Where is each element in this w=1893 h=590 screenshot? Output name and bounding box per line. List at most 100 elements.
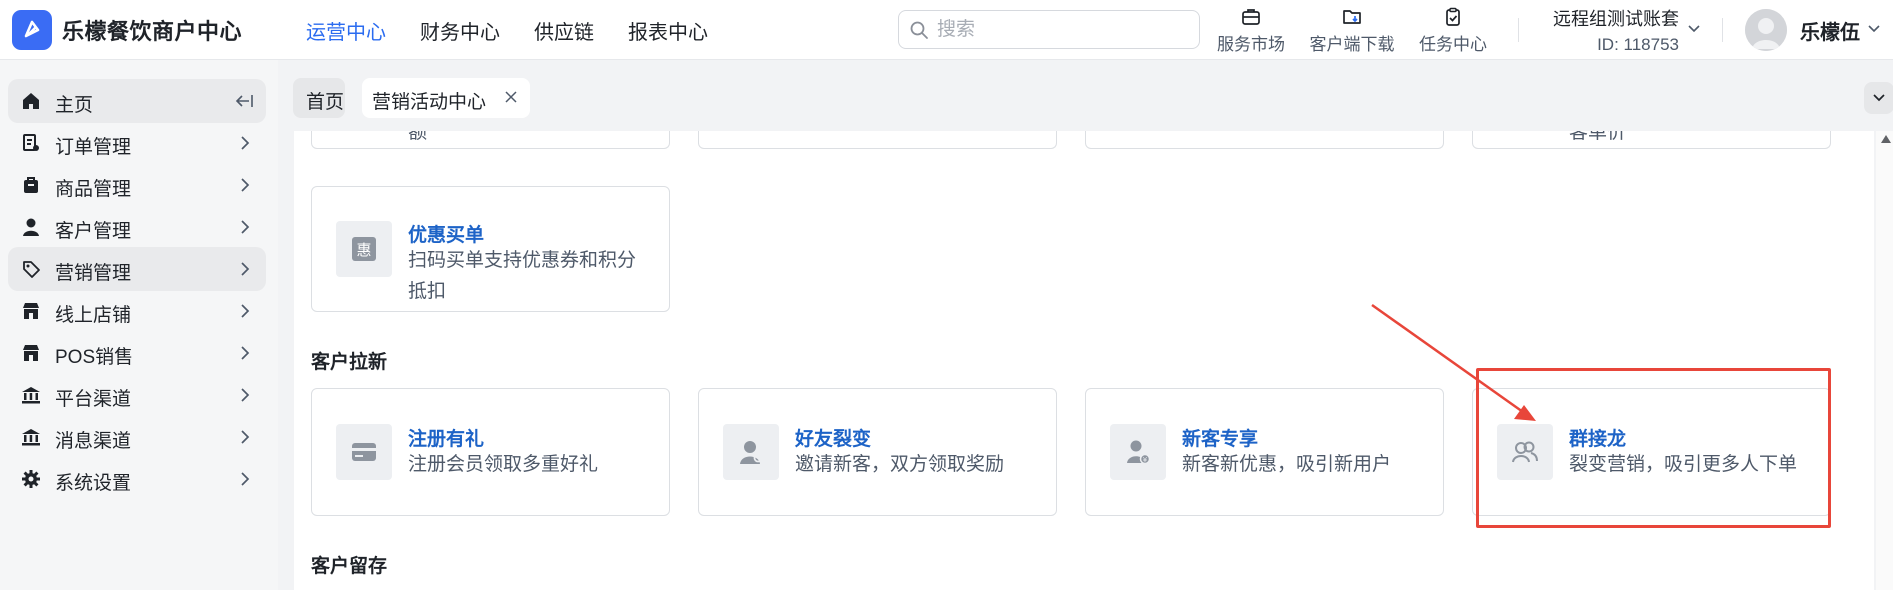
sidebar-item-label: 主页 xyxy=(55,95,94,116)
message-bank-icon xyxy=(22,429,40,446)
service-market-button[interactable]: 服务市场 xyxy=(1216,6,1286,55)
card-desc: 新客新优惠，吸引新用户 xyxy=(1182,454,1392,475)
briefcase-icon xyxy=(1242,9,1260,25)
user-name[interactable]: 乐檬伍 xyxy=(1800,16,1860,45)
card-desc-line: 扫码买单支持优惠券和积分 xyxy=(408,250,637,271)
app-title: 乐檬餐饮商户中心 xyxy=(62,19,243,44)
tab-home[interactable]: 首页 xyxy=(293,78,345,118)
nav-finance[interactable]: 财务中心 xyxy=(420,16,500,45)
sidebar-item-label: POS销售 xyxy=(55,347,134,368)
activity-card-discount-pay[interactable]: 惠 优惠买单 扫码买单支持优惠券和积分 抵扣 xyxy=(311,186,670,312)
divider xyxy=(1518,18,1519,42)
sidebar-item-label: 线上店铺 xyxy=(55,305,132,326)
card-desc: 裂变营销，吸引更多人下单 xyxy=(1569,454,1798,475)
collapse-sidebar-icon[interactable] xyxy=(234,92,254,110)
account-name: 远程组测试账套 xyxy=(1553,9,1679,29)
scrollbar[interactable] xyxy=(1876,131,1893,590)
tag-icon xyxy=(23,261,40,278)
sidebar-item-label: 商品管理 xyxy=(55,179,132,200)
client-download-label: 客户端下载 xyxy=(1309,35,1395,54)
avatar-icon xyxy=(1745,9,1787,51)
scroll-up-arrow[interactable] xyxy=(1881,135,1891,143)
svg-text:惠: 惠 xyxy=(356,241,371,259)
card-title: 注册有礼 xyxy=(408,429,485,450)
chevron-right-icon xyxy=(241,220,250,234)
sidebar-item-settings[interactable]: 系统设置 xyxy=(8,457,266,501)
chevron-down-icon[interactable] xyxy=(1686,20,1702,36)
sidebar-item-products[interactable]: 商品管理 xyxy=(8,163,266,207)
tab-marketing-center[interactable]: 营销活动中心 xyxy=(362,78,530,118)
tabs-dropdown-button[interactable] xyxy=(1864,82,1893,114)
card-icon-box xyxy=(723,424,779,480)
sidebar-item-pos[interactable]: POS销售 xyxy=(8,331,266,375)
bank-icon xyxy=(22,387,40,404)
chevron-down-icon[interactable] xyxy=(1866,20,1882,36)
card-icon-box xyxy=(336,424,392,480)
service-market-label: 服务市场 xyxy=(1217,35,1285,54)
chevron-right-icon xyxy=(241,388,250,402)
discount-icon-box: 惠 xyxy=(336,221,392,277)
activity-card-partial[interactable] xyxy=(698,131,1057,149)
avatar[interactable] xyxy=(1745,9,1787,51)
chevron-right-icon xyxy=(241,262,250,276)
activity-card-partial[interactable] xyxy=(1085,131,1444,149)
sidebar-item-marketing[interactable]: 营销管理 xyxy=(8,247,266,291)
search-icon xyxy=(910,21,928,39)
gear-icon xyxy=(22,470,40,488)
tab-label: 首页 xyxy=(306,92,345,113)
account-switcher[interactable]: 远程组测试账套 ID: 118753 xyxy=(1551,5,1679,55)
client-download-button[interactable]: 客户端下载 xyxy=(1308,6,1396,55)
sidebar-item-label: 系统设置 xyxy=(55,473,132,494)
card-desc: 注册会员领取多重好礼 xyxy=(408,454,599,475)
activity-card-friend-referral[interactable]: 好友裂变 邀请新客，双方领取奖励 xyxy=(698,388,1057,516)
main-content: 额 客单价 惠 优惠买单 扫码买单支持优惠券和积分 抵扣 客户拉新 注册有礼 注… xyxy=(294,131,1874,590)
card-title: 新客专享 xyxy=(1182,429,1259,450)
chevron-right-icon xyxy=(241,136,250,150)
home-icon xyxy=(23,93,39,109)
chevron-down-icon xyxy=(1873,94,1885,102)
card-title: 好友裂变 xyxy=(795,429,872,450)
sidebar-item-label: 客户管理 xyxy=(55,221,132,242)
activity-card-group-relay[interactable]: 群接龙 裂变营销，吸引更多人下单 xyxy=(1472,388,1831,516)
task-center-button[interactable]: 任务中心 xyxy=(1418,6,1488,55)
sidebar-item-label: 营销管理 xyxy=(55,263,132,284)
chevron-right-icon xyxy=(241,430,250,444)
card-icon xyxy=(352,443,376,461)
card-desc-line: 抵扣 xyxy=(408,281,447,302)
sidebar-item-orders[interactable]: 订单管理 xyxy=(8,121,266,165)
store-icon xyxy=(23,303,39,319)
section-title-customer-acquisition: 客户拉新 xyxy=(311,352,388,373)
divider xyxy=(1722,18,1723,42)
card-desc: 扫码买单支持优惠券和积分 抵扣 xyxy=(408,245,636,307)
sidebar: 主页 订单管理 商品管理 客户管理 营销管理 线上店铺 POS销售 平台渠道 消… xyxy=(0,60,278,590)
close-icon[interactable] xyxy=(504,90,518,104)
sidebar-item-customers[interactable]: 客户管理 xyxy=(8,205,266,249)
activity-card-new-customer[interactable]: ¥ 新客专享 新客新优惠，吸引新用户 xyxy=(1085,388,1444,516)
activity-card-partial[interactable]: 额 xyxy=(311,131,670,149)
search-box[interactable] xyxy=(898,10,1200,49)
sidebar-item-label: 消息渠道 xyxy=(55,431,132,452)
discount-icon: 惠 xyxy=(352,237,376,261)
user-icon xyxy=(23,218,39,236)
app-logo[interactable] xyxy=(12,10,52,50)
new-user-icon: ¥ xyxy=(1127,440,1151,465)
clipboard-check-icon xyxy=(1446,7,1460,26)
nav-reports[interactable]: 报表中心 xyxy=(628,16,708,45)
download-folder-icon xyxy=(1343,10,1361,24)
activity-card-partial[interactable]: 客单价 xyxy=(1472,131,1831,149)
sidebar-item-home[interactable]: 主页 xyxy=(8,79,266,123)
sidebar-item-label: 平台渠道 xyxy=(55,389,132,410)
activity-card-register-gift[interactable]: 注册有礼 注册会员领取多重好礼 xyxy=(311,388,670,516)
nav-operations[interactable]: 运营中心 xyxy=(306,16,386,45)
search-input[interactable] xyxy=(937,17,1187,43)
svg-text:¥: ¥ xyxy=(1143,456,1148,464)
nav-supply-chain[interactable]: 供应链 xyxy=(534,16,594,45)
card-desc: 客单价 xyxy=(1569,131,1627,143)
account-id: ID: 118753 xyxy=(1597,35,1679,54)
sidebar-item-platform-channels[interactable]: 平台渠道 xyxy=(8,373,266,417)
card-icon-box xyxy=(1497,424,1553,480)
sidebar-item-online-store[interactable]: 线上店铺 xyxy=(8,289,266,333)
top-bar: 乐檬餐饮商户中心 运营中心 财务中心 供应链 报表中心 服务市场 客户端下载 xyxy=(0,0,1893,60)
sidebar-item-message-channels[interactable]: 消息渠道 xyxy=(8,415,266,459)
chevron-right-icon xyxy=(241,346,250,360)
